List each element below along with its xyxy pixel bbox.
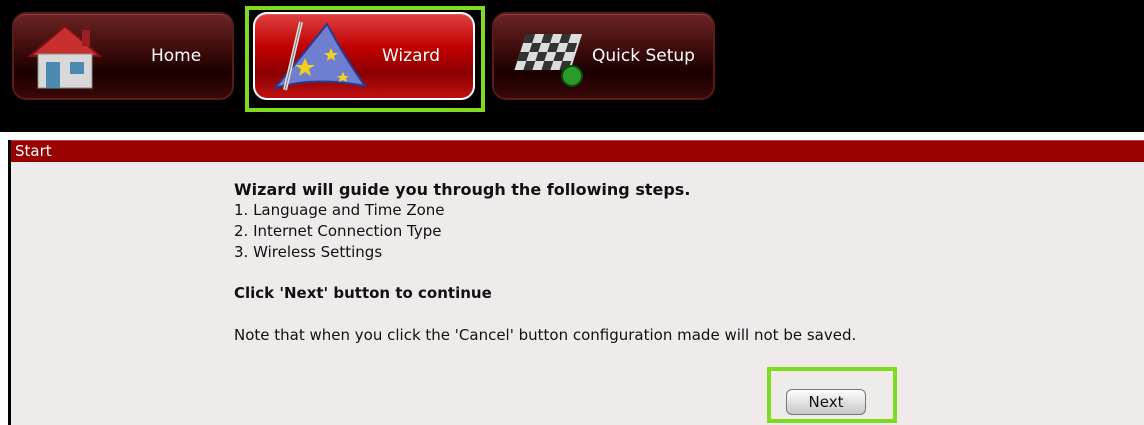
house-icon	[27, 24, 103, 89]
next-button[interactable]: Next	[786, 389, 866, 415]
panel-header: Start	[11, 140, 1144, 162]
panel-title: Start	[15, 142, 52, 160]
step-item: 3. Wireless Settings	[234, 243, 383, 261]
checkered-flag-icon	[514, 34, 583, 87]
home-button[interactable]: Home	[12, 12, 234, 100]
top-navigation-bar: Home Wizard Quick Setup	[0, 0, 1144, 132]
step-item: 2. Internet Connection Type	[234, 222, 442, 240]
quick-setup-label: Quick Setup	[592, 46, 695, 66]
wizard-intro: Wizard will guide you through the follow…	[234, 180, 856, 360]
start-panel: Start Wizard will guide you through the …	[8, 140, 1144, 425]
wizard-button[interactable]: Wizard	[253, 12, 475, 100]
home-label: Home	[151, 46, 202, 66]
continue-instruction: Click 'Next' button to continue	[234, 284, 492, 302]
quick-setup-button[interactable]: Quick Setup	[492, 12, 715, 100]
wizard-label: Wizard	[382, 46, 440, 66]
step-item: 1. Language and Time Zone	[234, 201, 445, 219]
intro-heading: Wizard will guide you through the follow…	[234, 180, 691, 199]
next-highlight: Next	[767, 367, 897, 423]
wizard-hat-icon	[272, 21, 368, 91]
cancel-note: Note that when you click the 'Cancel' bu…	[234, 326, 857, 344]
